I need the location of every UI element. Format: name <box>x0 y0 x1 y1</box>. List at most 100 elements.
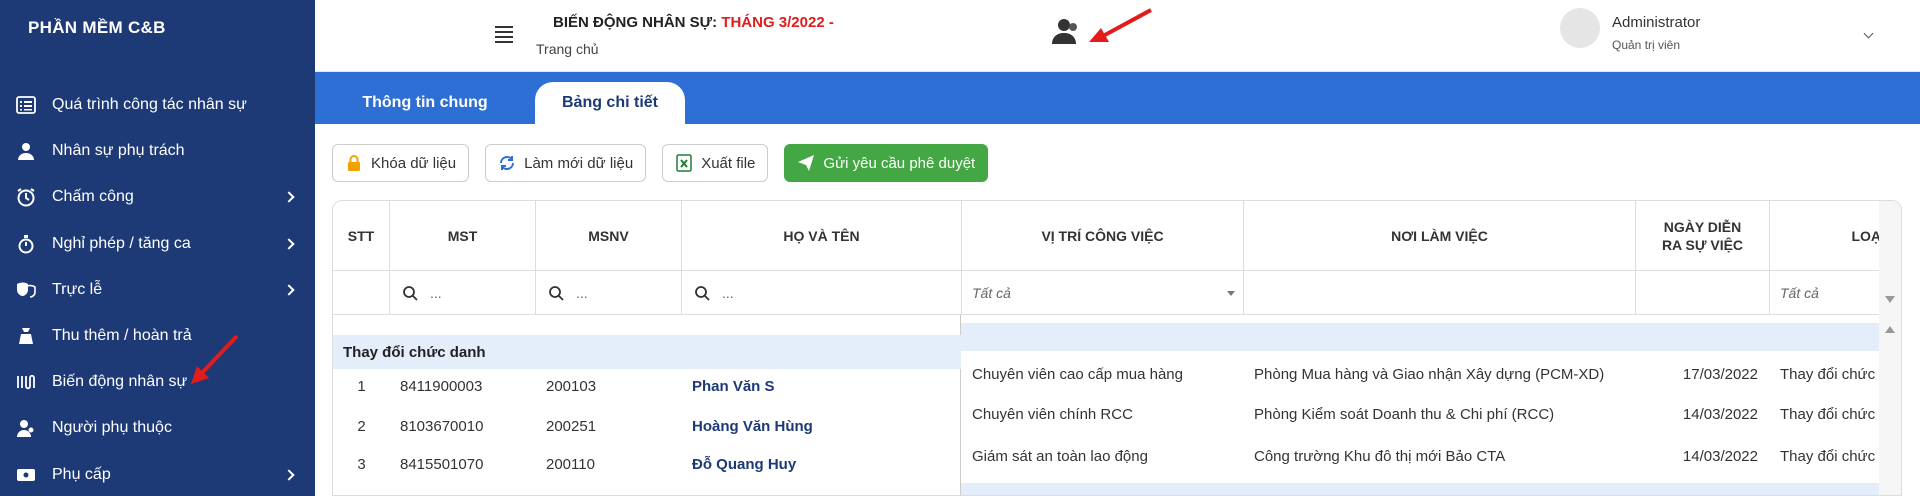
scroll-down-icon[interactable] <box>1885 296 1895 303</box>
hamburger-menu-icon[interactable] <box>495 26 513 43</box>
filter-all-label: Tất cả <box>972 285 1011 301</box>
column-header-mst[interactable]: MST <box>390 201 536 271</box>
filter-loai-select[interactable]: Tất cả <box>1770 271 1881 315</box>
column-header-noi-lam-viec[interactable]: NƠI LÀM VIỆC <box>1244 201 1636 271</box>
filter-vi-tri-select[interactable]: Tất cả <box>962 271 1244 315</box>
stopwatch-icon <box>14 232 38 256</box>
breadcrumb[interactable]: Trang chủ <box>536 41 599 57</box>
filter-noi-lam-viec-input[interactable] <box>1244 271 1636 315</box>
sidebar-item-nhan-su-phu-trach[interactable]: Nhân sự phụ trách <box>0 128 315 174</box>
sidebar-item-label: Nghỉ phép / tăng ca <box>52 234 191 252</box>
filter-msnv-input[interactable]: ... <box>536 271 682 315</box>
filter-placeholder: ... <box>576 285 588 301</box>
cell-vi-tri: Giám sát an toàn lao động <box>972 447 1148 465</box>
sidebar-item-qua-trinh-cong-tac[interactable]: Quá trình công tác nhân sự <box>0 82 315 128</box>
cell-vi-tri: Chuyên viên cao cấp mua hàng <box>972 365 1183 383</box>
app-root: PHẦN MỀM C&B Quá trình công tác nhân sự … <box>0 0 1920 496</box>
refresh-data-label: Làm mới dữ liệu <box>524 154 634 172</box>
sidebar-item-truc-le[interactable]: Trực lễ <box>0 267 315 313</box>
cell-stt: 1 <box>357 377 366 395</box>
dependents-icon <box>14 416 38 440</box>
sidebar-item-label: Trực lễ <box>52 280 103 298</box>
sidebar-item-cham-cong[interactable]: Chấm công <box>0 174 315 220</box>
user-menu[interactable]: Administrator Quản trị viên <box>1560 8 1880 64</box>
group-header[interactable]: Thay đổi chức danh <box>333 335 961 369</box>
avatar <box>1560 8 1600 48</box>
cell-noi-lam-viec: Công trường Khu đô thị mới Bảo CTA <box>1254 447 1506 465</box>
filter-cell-stt <box>333 271 390 315</box>
submit-approval-button[interactable]: Gửi yêu cầu phê duyệt <box>784 144 989 182</box>
red-arrow-annotation-icon <box>1089 8 1152 42</box>
sidebar-item-bien-dong[interactable]: Biến động nhân sự <box>0 359 315 405</box>
cell-mst: 8103670010 <box>400 417 484 435</box>
brand-title: PHẦN MỀM C&B <box>28 18 166 37</box>
cell-vi-tri: Chuyên viên chính RCC <box>972 405 1133 423</box>
filter-all-label: Tất cả <box>1780 285 1819 301</box>
sidebar-nav: Quá trình công tác nhân sự Nhân sự phụ t… <box>0 82 315 496</box>
chevron-right-icon <box>283 284 295 296</box>
vertical-scrollbar[interactable] <box>1879 201 1901 495</box>
page-title-month: THÁNG 3/2022 <box>721 14 825 31</box>
sidebar-item-nguoi-phu-thuoc[interactable]: Người phụ thuộc <box>0 405 315 451</box>
chevron-right-icon <box>283 237 295 250</box>
cell-ngay: 17/03/2022 <box>1682 365 1758 383</box>
tab-bang-chi-tiet[interactable]: Bảng chi tiết <box>535 82 685 124</box>
dropdown-arrow-icon <box>1227 291 1235 296</box>
sidebar-item-label: Chấm công <box>52 188 134 206</box>
submit-approval-label: Gửi yêu cầu phê duyệt <box>823 154 976 172</box>
column-header-stt[interactable]: STT <box>333 201 390 271</box>
toolbar: Khóa dữ liệu Làm mới dữ liệu Xuất file G… <box>332 144 989 182</box>
filter-ngay-input[interactable] <box>1636 271 1770 315</box>
page-title: BIẾN ĐỘNG NHÂN SỰ: THÁNG 3/2022 - <box>553 14 834 31</box>
refresh-data-button[interactable]: Làm mới dữ liệu <box>485 144 647 182</box>
sidebar-item-label: Biến động nhân sự <box>52 373 188 391</box>
cell-msnv: 200251 <box>546 417 597 435</box>
excel-icon <box>676 154 692 172</box>
cell-loai: Thay đổi chức <box>1780 447 1876 465</box>
lock-data-button[interactable]: Khóa dữ liệu <box>332 144 470 182</box>
theater-mask-icon <box>14 278 38 302</box>
sidebar-item-thu-them[interactable]: Thu thêm / hoàn trả <box>0 313 315 359</box>
table-row[interactable]: 3 8415501070 200110 Đỗ Quang Huy Giám sá… <box>333 445 1881 483</box>
horizontal-scrollbar[interactable] <box>961 483 1881 495</box>
filter-ho-ten-input[interactable]: ... <box>682 271 962 315</box>
chevron-right-icon <box>283 468 295 481</box>
tab-bar: Thông tin chung Bảng chi tiết <box>315 72 1920 124</box>
filter-placeholder: ... <box>722 285 734 301</box>
red-arrow-annotation-icon <box>191 334 239 384</box>
export-file-button[interactable]: Xuất file <box>662 144 769 182</box>
column-header-ngay-dien-ra[interactable]: NGÀY DIỄN RA SỰ VIỆC <box>1636 201 1770 271</box>
tab-thong-tin-chung[interactable]: Thông tin chung <box>350 82 500 124</box>
sidebar-item-phu-cap[interactable]: Phụ cấp <box>0 452 315 496</box>
lock-data-label: Khóa dữ liệu <box>371 154 457 172</box>
filter-mst-input[interactable]: ... <box>390 271 536 315</box>
filter-placeholder: ... <box>430 285 442 301</box>
sidebar-item-nghi-phep[interactable]: Nghỉ phép / tăng ca <box>0 221 315 267</box>
export-file-label: Xuất file <box>701 154 756 172</box>
cell-ho-ten: Đỗ Quang Huy <box>692 455 797 473</box>
cell-ngay: 14/03/2022 <box>1682 405 1758 423</box>
chevron-right-icon <box>283 191 295 204</box>
paper-plane-icon <box>798 155 815 171</box>
cell-stt: 2 <box>357 417 366 435</box>
grid-header-row: STT MST MSNV HỌ VÀ TÊN VỊ TRÍ CÔNG VIỆC … <box>333 201 1901 271</box>
cell-ho-ten: Hoàng Văn Hùng <box>692 417 813 435</box>
chevron-down-icon[interactable] <box>1863 28 1874 39</box>
cell-ngay: 14/03/2022 <box>1682 447 1758 465</box>
cell-msnv: 200103 <box>546 377 597 395</box>
group-header-scroll-part <box>961 323 1881 351</box>
list-icon <box>14 93 38 117</box>
user-management-icon[interactable] <box>1050 18 1080 44</box>
column-header-loai[interactable]: LOẠ <box>1770 201 1881 271</box>
lock-icon <box>348 155 360 171</box>
search-icon <box>549 286 564 301</box>
column-header-vi-tri[interactable]: VỊ TRÍ CÔNG VIỆC <box>962 201 1244 271</box>
money-bag-icon <box>14 324 38 348</box>
cell-stt: 3 <box>357 455 366 473</box>
scroll-up-icon[interactable] <box>1885 326 1895 333</box>
column-header-msnv[interactable]: MSNV <box>536 201 682 271</box>
page-title-suffix: - <box>824 14 834 31</box>
column-header-ho-va-ten[interactable]: HỌ VÀ TÊN <box>682 201 962 271</box>
wave-icon <box>14 370 38 394</box>
cell-loai: Thay đổi chức <box>1780 365 1876 383</box>
